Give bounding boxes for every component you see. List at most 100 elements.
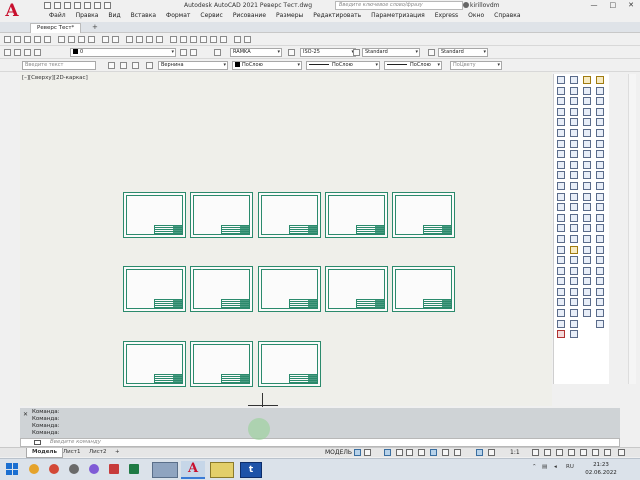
- layer-freeze-icon[interactable]: [24, 49, 31, 56]
- copy-icon[interactable]: [68, 36, 75, 43]
- layer-icon[interactable]: [146, 62, 153, 69]
- network-icon[interactable]: ▤: [542, 464, 547, 470]
- zoom-window-icon[interactable]: [146, 36, 153, 43]
- drawing-sheet[interactable]: [258, 266, 321, 312]
- add-layout-button[interactable]: +: [110, 448, 125, 458]
- drawing-sheet[interactable]: [123, 341, 186, 387]
- multileader-style-dropdown[interactable]: Standard: [438, 48, 488, 57]
- circle-icon[interactable]: [557, 139, 565, 148]
- erase-icon[interactable]: [570, 76, 578, 84]
- design-center-icon[interactable]: [180, 36, 187, 43]
- drawing-sheet[interactable]: [325, 192, 388, 238]
- search-input[interactable]: Введите ключевое слово/фразу: [335, 1, 463, 10]
- paste-icon[interactable]: [78, 36, 85, 43]
- annotation-visibility-icon[interactable]: [476, 449, 483, 456]
- plot-icon[interactable]: [34, 36, 41, 43]
- ucs-view-icon[interactable]: [596, 309, 604, 318]
- pan-icon[interactable]: [126, 36, 133, 43]
- menu-window[interactable]: Окно: [463, 12, 489, 19]
- lengthen-icon[interactable]: [570, 266, 578, 275]
- menu-draw[interactable]: Рисование: [228, 12, 271, 19]
- isodraft-icon[interactable]: [406, 449, 413, 456]
- view-right-icon[interactable]: [596, 118, 604, 127]
- text-style-dropdown[interactable]: RAMKA: [230, 48, 282, 57]
- auto-scale-icon[interactable]: [488, 449, 495, 456]
- save-as-icon[interactable]: [74, 2, 81, 9]
- drawing-sheet[interactable]: [190, 266, 253, 312]
- 3d-mirror-icon[interactable]: [583, 234, 591, 243]
- mtext-icon[interactable]: [557, 266, 565, 275]
- isolate-objects-icon[interactable]: [592, 449, 599, 456]
- edit-text-icon[interactable]: [583, 309, 591, 318]
- table-style-icon[interactable]: [353, 49, 360, 56]
- drawing-sheet[interactable]: [190, 341, 253, 387]
- drawing-sheet[interactable]: [392, 192, 455, 238]
- divide-icon[interactable]: [570, 277, 578, 286]
- join-icon[interactable]: [570, 203, 578, 212]
- viber-icon[interactable]: [86, 462, 102, 477]
- interfere-icon[interactable]: [583, 181, 591, 190]
- dim-style-icon[interactable]: [288, 49, 295, 56]
- add-selected-icon[interactable]: [557, 277, 565, 286]
- undo-icon[interactable]: [94, 2, 101, 9]
- subtract-icon[interactable]: [583, 203, 591, 212]
- imprint-icon[interactable]: [583, 266, 591, 275]
- lock-ui-icon[interactable]: [580, 449, 587, 456]
- menu-dimension[interactable]: Размеры: [271, 12, 308, 19]
- clean-icon[interactable]: [583, 287, 591, 296]
- redo-icon[interactable]: [112, 36, 119, 43]
- plot-style-dropdown[interactable]: ПоЦвету: [450, 61, 502, 70]
- command-input[interactable]: [20, 438, 620, 447]
- browser-icon[interactable]: [46, 462, 62, 477]
- match-properties-icon[interactable]: [88, 36, 95, 43]
- chamfer-icon[interactable]: [570, 213, 578, 222]
- preview-icon[interactable]: [44, 36, 51, 43]
- sphere-icon[interactable]: [583, 86, 591, 95]
- break-icon[interactable]: [570, 192, 578, 201]
- ucs-face-icon[interactable]: [596, 298, 604, 307]
- chrome-icon[interactable]: [26, 462, 42, 477]
- tray-arrow-icon[interactable]: ⌃: [532, 464, 537, 470]
- linetype-dropdown[interactable]: ПоСлою: [306, 61, 380, 70]
- volume-icon[interactable]: ◂: [554, 464, 557, 470]
- view-se-iso-icon[interactable]: [596, 160, 604, 169]
- layer-properties-icon[interactable]: [4, 49, 11, 56]
- undo-icon[interactable]: [102, 36, 109, 43]
- dim-ordinate-icon[interactable]: [557, 319, 565, 328]
- separate-icon[interactable]: [583, 277, 591, 286]
- model-space-toggle[interactable]: МОДЕЛЬ: [325, 449, 352, 456]
- properties-icon[interactable]: [170, 36, 177, 43]
- new-icon[interactable]: [4, 36, 11, 43]
- ellipse-arc-icon[interactable]: [557, 181, 565, 190]
- rectangle-icon[interactable]: [557, 118, 565, 127]
- dim-linear-icon[interactable]: [557, 287, 565, 296]
- intersect-icon[interactable]: [583, 213, 591, 222]
- view-bottom-icon[interactable]: [596, 97, 604, 106]
- file-explorer-icon[interactable]: [210, 462, 234, 478]
- torus-icon[interactable]: [583, 128, 591, 137]
- tab-document[interactable]: Реверс Тест*: [30, 23, 82, 33]
- menu-view[interactable]: Вид: [103, 12, 125, 19]
- measure-icon[interactable]: [570, 287, 578, 296]
- close-command-line-icon[interactable]: ✕: [23, 411, 28, 418]
- view-ne-iso-icon[interactable]: [596, 171, 604, 180]
- zoom-previous-icon[interactable]: [156, 36, 163, 43]
- drawing-sheet[interactable]: [258, 192, 321, 238]
- snap-icon[interactable]: [364, 449, 371, 456]
- open-icon[interactable]: [14, 36, 21, 43]
- view-nw-iso-icon[interactable]: [596, 181, 604, 190]
- revision-cloud-icon[interactable]: [557, 150, 565, 159]
- save-icon[interactable]: [24, 36, 31, 43]
- make-block-icon[interactable]: [557, 203, 565, 212]
- 3d-rotate-icon[interactable]: [583, 224, 591, 233]
- conceptual-icon[interactable]: [596, 256, 604, 265]
- autocad-taskbar-icon[interactable]: A: [181, 461, 205, 479]
- save-icon[interactable]: [64, 2, 71, 9]
- menu-parametric[interactable]: Параметризация: [366, 12, 430, 19]
- command-prompt-icon[interactable]: [34, 440, 41, 445]
- table-icon[interactable]: [557, 256, 565, 265]
- mirror-icon[interactable]: [570, 97, 578, 106]
- hatch-icon[interactable]: [557, 224, 565, 233]
- ellipse-icon[interactable]: [557, 171, 565, 180]
- language-indicator[interactable]: RU: [566, 464, 574, 470]
